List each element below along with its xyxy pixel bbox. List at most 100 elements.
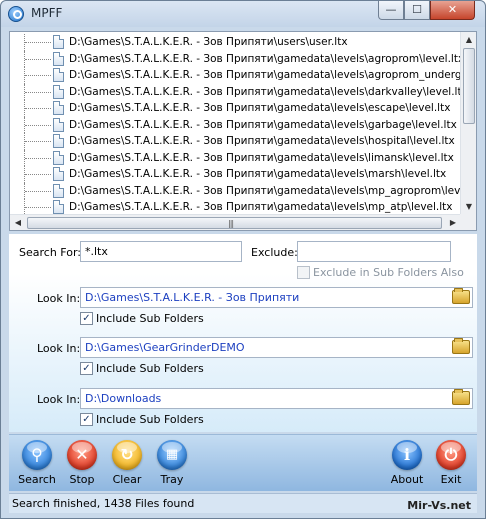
exit-button[interactable]: ⏻ Exit xyxy=(429,440,473,486)
search-button[interactable]: ⚲ Search xyxy=(15,440,59,486)
search-for-input[interactable]: *.ltx xyxy=(80,241,242,262)
look-in-path-field[interactable]: D:\Games\GearGrinderDEMO xyxy=(80,337,473,358)
tree-connector xyxy=(24,67,54,84)
look-in-label: Look In: xyxy=(37,393,81,406)
file-icon xyxy=(53,68,64,82)
file-path: D:\Games\S.T.A.L.K.E.R. - Зов Припяти\ga… xyxy=(69,102,451,114)
look-in-path-text: D:\Downloads xyxy=(85,392,162,405)
tree-connector xyxy=(24,116,54,133)
list-item[interactable]: D:\Games\S.T.A.L.K.E.R. - Зов Припяти\ga… xyxy=(10,67,461,84)
minimize-button[interactable]: — xyxy=(378,1,404,20)
windows-flag-icon: ▦ xyxy=(157,440,187,470)
file-path: D:\Games\S.T.A.L.K.E.R. - Зов Припяти\ga… xyxy=(69,168,447,180)
list-item[interactable]: D:\Games\S.T.A.L.K.E.R. - Зов Припяти\ga… xyxy=(10,116,461,133)
results-list: D:\Games\S.T.A.L.K.E.R. - Зов Припяти\us… xyxy=(10,34,461,217)
include-sub-label: Include Sub Folders xyxy=(96,312,204,325)
file-path: D:\Games\S.T.A.L.K.E.R. - Зов Припяти\ga… xyxy=(69,52,461,65)
app-logo-icon xyxy=(8,6,24,22)
list-item[interactable]: D:\Games\S.T.A.L.K.E.R. - Зов Припяти\ga… xyxy=(10,100,461,117)
title-bar[interactable]: MPFF — ☐ ✕ xyxy=(1,1,485,27)
exclude-label: Exclude: xyxy=(251,246,298,259)
file-icon xyxy=(53,200,64,214)
status-bar: Search finished, 1438 Files found Mir-Vs… xyxy=(9,493,477,513)
list-item[interactable]: D:\Games\S.T.A.L.K.E.R. - Зов Припяти\ga… xyxy=(10,50,461,67)
x-icon: ✕ xyxy=(67,440,97,470)
include-sub-checkbox[interactable]: ✓ xyxy=(80,312,93,325)
results-tree[interactable]: D:\Games\S.T.A.L.K.E.R. - Зов Припяти\us… xyxy=(9,31,477,231)
maximize-button[interactable]: ☐ xyxy=(404,1,430,20)
watermark: Mir-Vs.net xyxy=(407,499,471,512)
file-icon xyxy=(53,167,64,181)
tree-connector xyxy=(24,50,54,67)
file-icon xyxy=(53,134,64,148)
exclude-sub-checkbox[interactable] xyxy=(297,266,310,279)
include-sub-label: Include Sub Folders xyxy=(96,362,204,375)
tree-connector xyxy=(24,133,54,150)
list-item[interactable]: D:\Games\S.T.A.L.K.E.R. - Зов Припяти\ga… xyxy=(10,166,461,183)
grip-icon: ||| xyxy=(228,219,234,228)
file-path: D:\Games\S.T.A.L.K.E.R. - Зов Припяти\ga… xyxy=(69,69,461,81)
file-path: D:\Games\S.T.A.L.K.E.R. - Зов Припяти\ga… xyxy=(69,118,457,131)
look-in-label: Look In: xyxy=(37,292,81,305)
list-item[interactable]: D:\Games\S.T.A.L.K.E.R. - Зов Припяти\ga… xyxy=(10,149,461,166)
file-icon xyxy=(53,84,64,99)
power-icon: ⏻ xyxy=(436,440,466,470)
swirl-icon: ↻ xyxy=(112,440,142,470)
scroll-up-icon[interactable]: ▲ xyxy=(463,33,475,47)
file-path: D:\Games\S.T.A.L.K.E.R. - Зов Припяти\ga… xyxy=(69,85,461,98)
tray-button-label: Tray xyxy=(160,473,184,486)
search-panel: Search For: *.ltx Exclude: Exclude in Su… xyxy=(9,234,477,432)
include-sub-checkbox[interactable]: ✓ xyxy=(80,362,93,375)
file-icon xyxy=(53,51,64,66)
scroll-corner xyxy=(460,214,476,230)
toolbar: ⚲ Search ✕ Stop ↻ Clear ▦ Tray i About ⏻… xyxy=(9,434,477,491)
horizontal-scrollbar[interactable]: ◀ ||| ▶ xyxy=(10,214,461,230)
file-path: D:\Games\S.T.A.L.K.E.R. - Зов Припяти\ga… xyxy=(69,151,454,164)
look-in-path-field[interactable]: D:\Downloads xyxy=(80,388,473,409)
list-item[interactable]: D:\Games\S.T.A.L.K.E.R. - Зов Припяти\us… xyxy=(10,34,461,51)
about-button[interactable]: i About xyxy=(385,440,429,486)
info-icon: i xyxy=(392,440,422,470)
exclude-sub-label: Exclude in Sub Folders Also xyxy=(313,266,464,279)
scroll-left-icon[interactable]: ◀ xyxy=(11,216,25,229)
tree-connector xyxy=(24,149,54,166)
include-sub-label: Include Sub Folders xyxy=(96,413,204,426)
magnifier-icon: ⚲ xyxy=(22,440,52,470)
look-in-path-text: D:\Games\S.T.A.L.K.E.R. - Зов Припяти xyxy=(85,291,300,304)
look-in-path-field[interactable]: D:\Games\S.T.A.L.K.E.R. - Зов Припяти xyxy=(80,287,473,308)
tree-connector xyxy=(24,83,54,100)
file-icon xyxy=(53,35,64,49)
clear-button-label: Clear xyxy=(112,473,142,486)
close-button[interactable]: ✕ xyxy=(430,1,475,20)
stop-button[interactable]: ✕ Stop xyxy=(60,440,104,486)
window-title: MPFF xyxy=(31,6,63,20)
file-icon xyxy=(53,101,64,115)
browse-folder-icon[interactable] xyxy=(452,288,470,304)
app-window: MPFF — ☐ ✕ D:\Games\S.T.A.L.K.E.R. - Зов… xyxy=(0,0,486,519)
search-button-label: Search xyxy=(18,473,56,486)
vertical-scroll-thumb[interactable] xyxy=(463,48,475,124)
status-text: Search finished, 1438 Files found xyxy=(12,497,195,510)
browse-folder-icon[interactable] xyxy=(452,389,470,405)
vertical-scrollbar[interactable]: ▲ ▼ xyxy=(460,32,476,215)
file-path: D:\Games\S.T.A.L.K.E.R. - Зов Припяти\ga… xyxy=(69,184,461,197)
look-in-path-text: D:\Games\GearGrinderDEMO xyxy=(85,341,245,354)
tray-button[interactable]: ▦ Tray xyxy=(150,440,194,486)
exclude-input[interactable] xyxy=(297,241,451,262)
list-item[interactable]: D:\Games\S.T.A.L.K.E.R. - Зов Припяти\ga… xyxy=(10,182,461,199)
clear-button[interactable]: ↻ Clear xyxy=(105,440,149,486)
list-item[interactable]: D:\Games\S.T.A.L.K.E.R. - Зов Припяти\ga… xyxy=(10,83,461,100)
tree-connector xyxy=(24,100,54,117)
horizontal-scroll-thumb[interactable]: ||| xyxy=(27,217,442,229)
tree-connector xyxy=(24,182,54,199)
exit-button-label: Exit xyxy=(440,473,462,486)
scroll-down-icon[interactable]: ▼ xyxy=(463,200,475,214)
browse-folder-icon[interactable] xyxy=(452,338,470,354)
include-sub-checkbox[interactable]: ✓ xyxy=(80,413,93,426)
file-icon xyxy=(53,183,64,198)
scroll-right-icon[interactable]: ▶ xyxy=(446,216,460,229)
list-item[interactable]: D:\Games\S.T.A.L.K.E.R. - Зов Припяти\ga… xyxy=(10,133,461,150)
file-path: D:\Games\S.T.A.L.K.E.R. - Зов Припяти\ga… xyxy=(69,201,453,213)
file-icon xyxy=(53,150,64,165)
tree-connector xyxy=(24,34,54,51)
